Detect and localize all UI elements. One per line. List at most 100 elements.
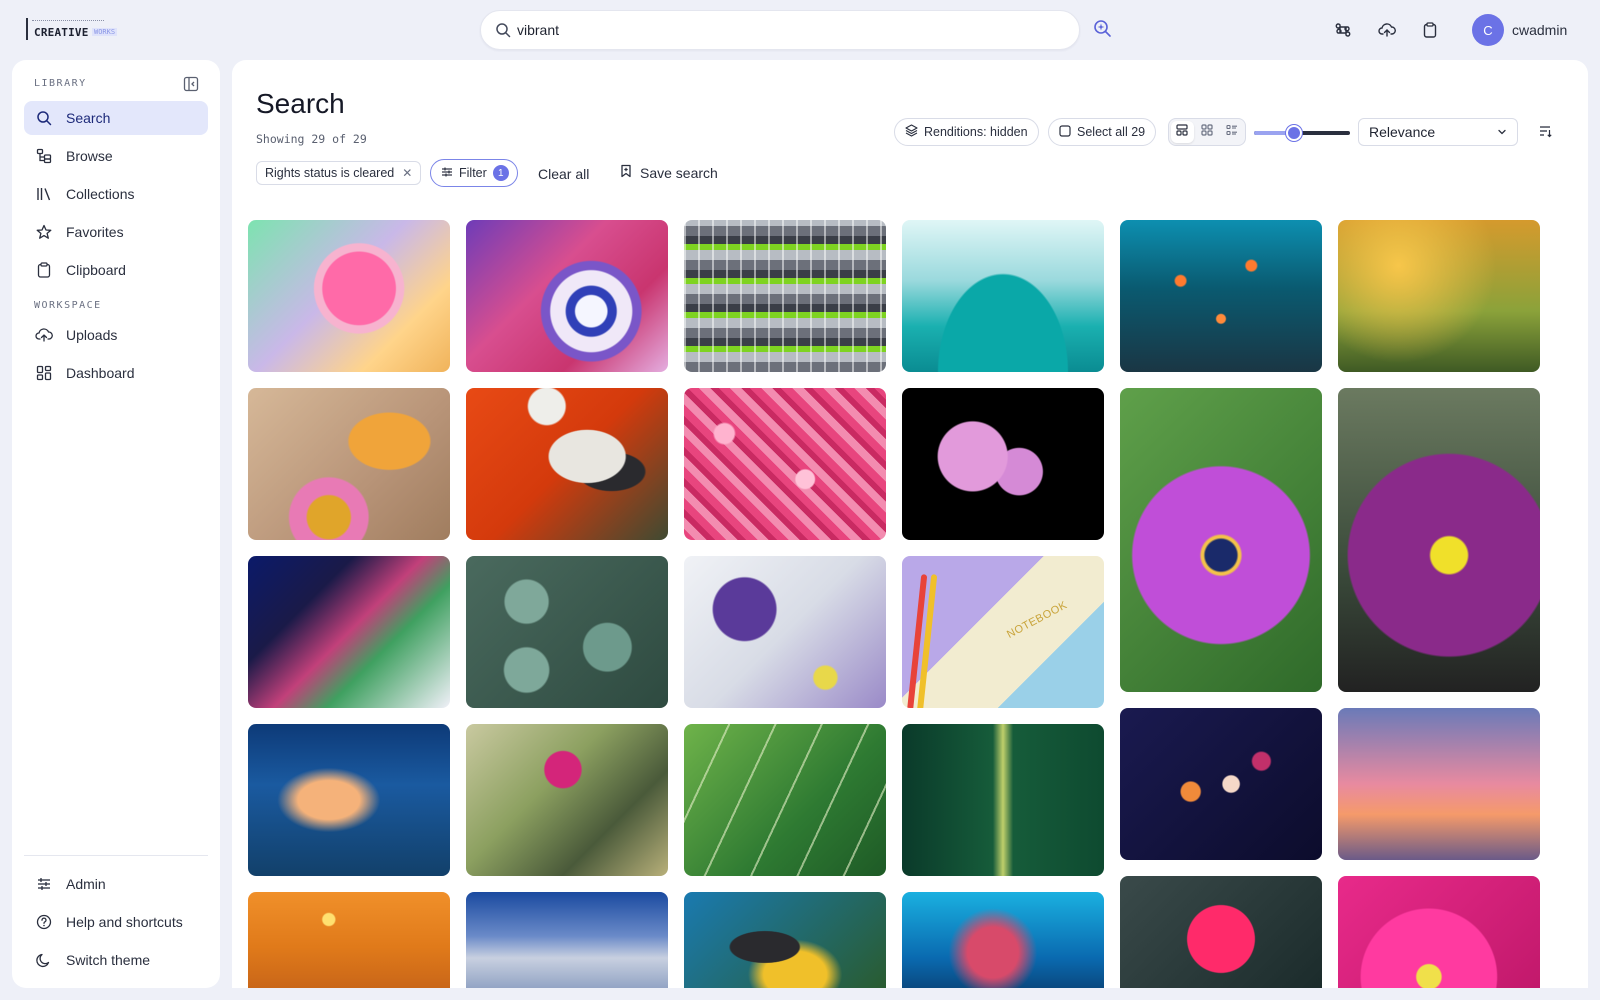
- sidebar-item-label: Help and shortcuts: [66, 914, 183, 930]
- cloud-upload-icon[interactable]: [1376, 19, 1398, 41]
- sidebar-item-search[interactable]: Search: [24, 101, 208, 135]
- image-thumbnail[interactable]: [684, 556, 886, 708]
- image-thumbnail[interactable]: [902, 892, 1104, 988]
- select-all-button[interactable]: Select all 29: [1048, 118, 1157, 146]
- sidebar-item-label: Uploads: [66, 327, 118, 343]
- upload-icon: [34, 325, 54, 345]
- avatar[interactable]: C: [1472, 14, 1504, 46]
- search-icon: [34, 108, 54, 128]
- image-thumbnail[interactable]: [684, 220, 886, 372]
- sort-value: Relevance: [1369, 124, 1436, 140]
- filter-button-label: Filter: [459, 166, 487, 180]
- grid-view-button[interactable]: [1196, 121, 1219, 143]
- sidebar-item-browse[interactable]: Browse: [24, 139, 208, 173]
- sidebar-item-uploads[interactable]: Uploads: [24, 318, 208, 352]
- image-thumbnail[interactable]: [1120, 388, 1322, 692]
- sidebar-item-label: Browse: [66, 148, 113, 164]
- image-thumbnail[interactable]: [248, 220, 450, 372]
- image-thumbnail[interactable]: [1338, 388, 1540, 692]
- clear-all-button[interactable]: Clear all: [538, 166, 589, 182]
- image-thumbnail[interactable]: [248, 388, 450, 540]
- filter-chip[interactable]: Rights status is cleared ✕: [256, 161, 422, 185]
- image-thumbnail[interactable]: [248, 556, 450, 708]
- image-thumbnail[interactable]: [466, 892, 668, 988]
- browse-icon: [34, 146, 54, 166]
- sidebar-item-label: Admin: [66, 876, 106, 892]
- collections-icon: [34, 184, 54, 204]
- search-bar[interactable]: [480, 10, 1080, 50]
- command-icon[interactable]: [1332, 19, 1354, 41]
- image-thumbnail[interactable]: [1338, 708, 1540, 860]
- chevron-down-icon: [1497, 124, 1507, 140]
- image-thumbnail[interactable]: [466, 724, 668, 876]
- image-thumbnail[interactable]: [1120, 876, 1322, 988]
- collapse-sidebar-icon[interactable]: [183, 76, 199, 97]
- dashboard-icon: [34, 363, 54, 383]
- sidebar-item-help[interactable]: Help and shortcuts: [24, 905, 208, 939]
- slider-thumb[interactable]: [1286, 125, 1303, 141]
- image-thumbnail[interactable]: NOTEBOOK: [902, 556, 1104, 708]
- close-icon[interactable]: ✕: [402, 166, 412, 180]
- logo-dots: [32, 20, 104, 22]
- clipboard-icon: [34, 260, 54, 280]
- sidebar-divider: [24, 855, 208, 856]
- logo-bar: [26, 18, 28, 40]
- masonry-view-button[interactable]: [1171, 121, 1194, 143]
- sidebar-item-label: Dashboard: [66, 365, 135, 381]
- sidebar-item-switch-theme[interactable]: Switch theme: [24, 943, 208, 977]
- renditions-toggle[interactable]: Renditions: hidden: [894, 118, 1039, 146]
- sort-select[interactable]: Relevance: [1358, 118, 1518, 146]
- workspace-heading: WORKSPACE: [34, 300, 102, 311]
- image-thumbnail[interactable]: [248, 892, 450, 988]
- sidebar-item-collections[interactable]: Collections: [24, 177, 208, 211]
- checkbox-icon: [1059, 124, 1071, 140]
- search-input[interactable]: [517, 19, 1057, 41]
- image-thumbnail[interactable]: [466, 388, 668, 540]
- star-icon: [34, 222, 54, 242]
- image-thumbnail[interactable]: [684, 724, 886, 876]
- sidebar-item-label: Search: [66, 110, 111, 126]
- avatar-initial: C: [1483, 22, 1493, 38]
- image-thumbnail[interactable]: [1338, 876, 1540, 988]
- sidebar-item-label: Switch theme: [66, 952, 151, 968]
- image-thumbnail[interactable]: [466, 220, 668, 372]
- image-thumbnail[interactable]: [684, 388, 886, 540]
- results-grid: NOTEBOOK: [248, 220, 1548, 988]
- search-icon: [495, 22, 511, 43]
- username[interactable]: cwadmin: [1512, 22, 1567, 38]
- save-search-button[interactable]: Save search: [620, 164, 718, 181]
- image-thumbnail[interactable]: [248, 724, 450, 876]
- image-thumbnail[interactable]: [902, 724, 1104, 876]
- image-thumbnail[interactable]: [902, 220, 1104, 372]
- sidebar-item-dashboard[interactable]: Dashboard: [24, 356, 208, 390]
- thumbnail-size-slider[interactable]: [1254, 125, 1350, 141]
- list-view-button[interactable]: [1220, 121, 1243, 143]
- filter-button[interactable]: Filter 1: [430, 159, 518, 187]
- image-thumbnail[interactable]: [1120, 708, 1322, 860]
- sidebar-item-label: Clipboard: [66, 262, 126, 278]
- sidebar: LIBRARY Search Browse Collections Favori…: [12, 60, 220, 988]
- sidebar-item-admin[interactable]: Admin: [24, 867, 208, 901]
- image-thumbnail[interactable]: [1338, 220, 1540, 372]
- image-thumbnail[interactable]: [902, 388, 1104, 540]
- layers-icon: [905, 124, 918, 140]
- image-thumbnail[interactable]: [684, 892, 886, 988]
- renditions-label: Renditions: hidden: [924, 125, 1028, 139]
- image-thumbnail[interactable]: [1120, 220, 1322, 372]
- sidebar-item-clipboard[interactable]: Clipboard: [24, 253, 208, 287]
- library-heading: LIBRARY: [34, 78, 87, 89]
- logo-sub-text: WORKS: [92, 28, 118, 36]
- image-thumbnail[interactable]: [466, 556, 668, 708]
- main-panel: Search Showing 29 of 29 Rights status is…: [232, 60, 1588, 988]
- clipboard-icon[interactable]: [1419, 19, 1441, 41]
- visual-search-icon[interactable]: [1093, 19, 1113, 44]
- sidebar-item-label: Favorites: [66, 224, 124, 240]
- help-icon: [34, 912, 54, 932]
- select-all-label: Select all 29: [1077, 125, 1146, 139]
- sort-direction-icon[interactable]: [1537, 123, 1553, 144]
- logo[interactable]: CREATIVE WORKS: [26, 18, 126, 42]
- sidebar-item-label: Collections: [66, 186, 135, 202]
- sidebar-item-favorites[interactable]: Favorites: [24, 215, 208, 249]
- filter-icon: [441, 166, 453, 181]
- masonry-icon: [1176, 123, 1188, 141]
